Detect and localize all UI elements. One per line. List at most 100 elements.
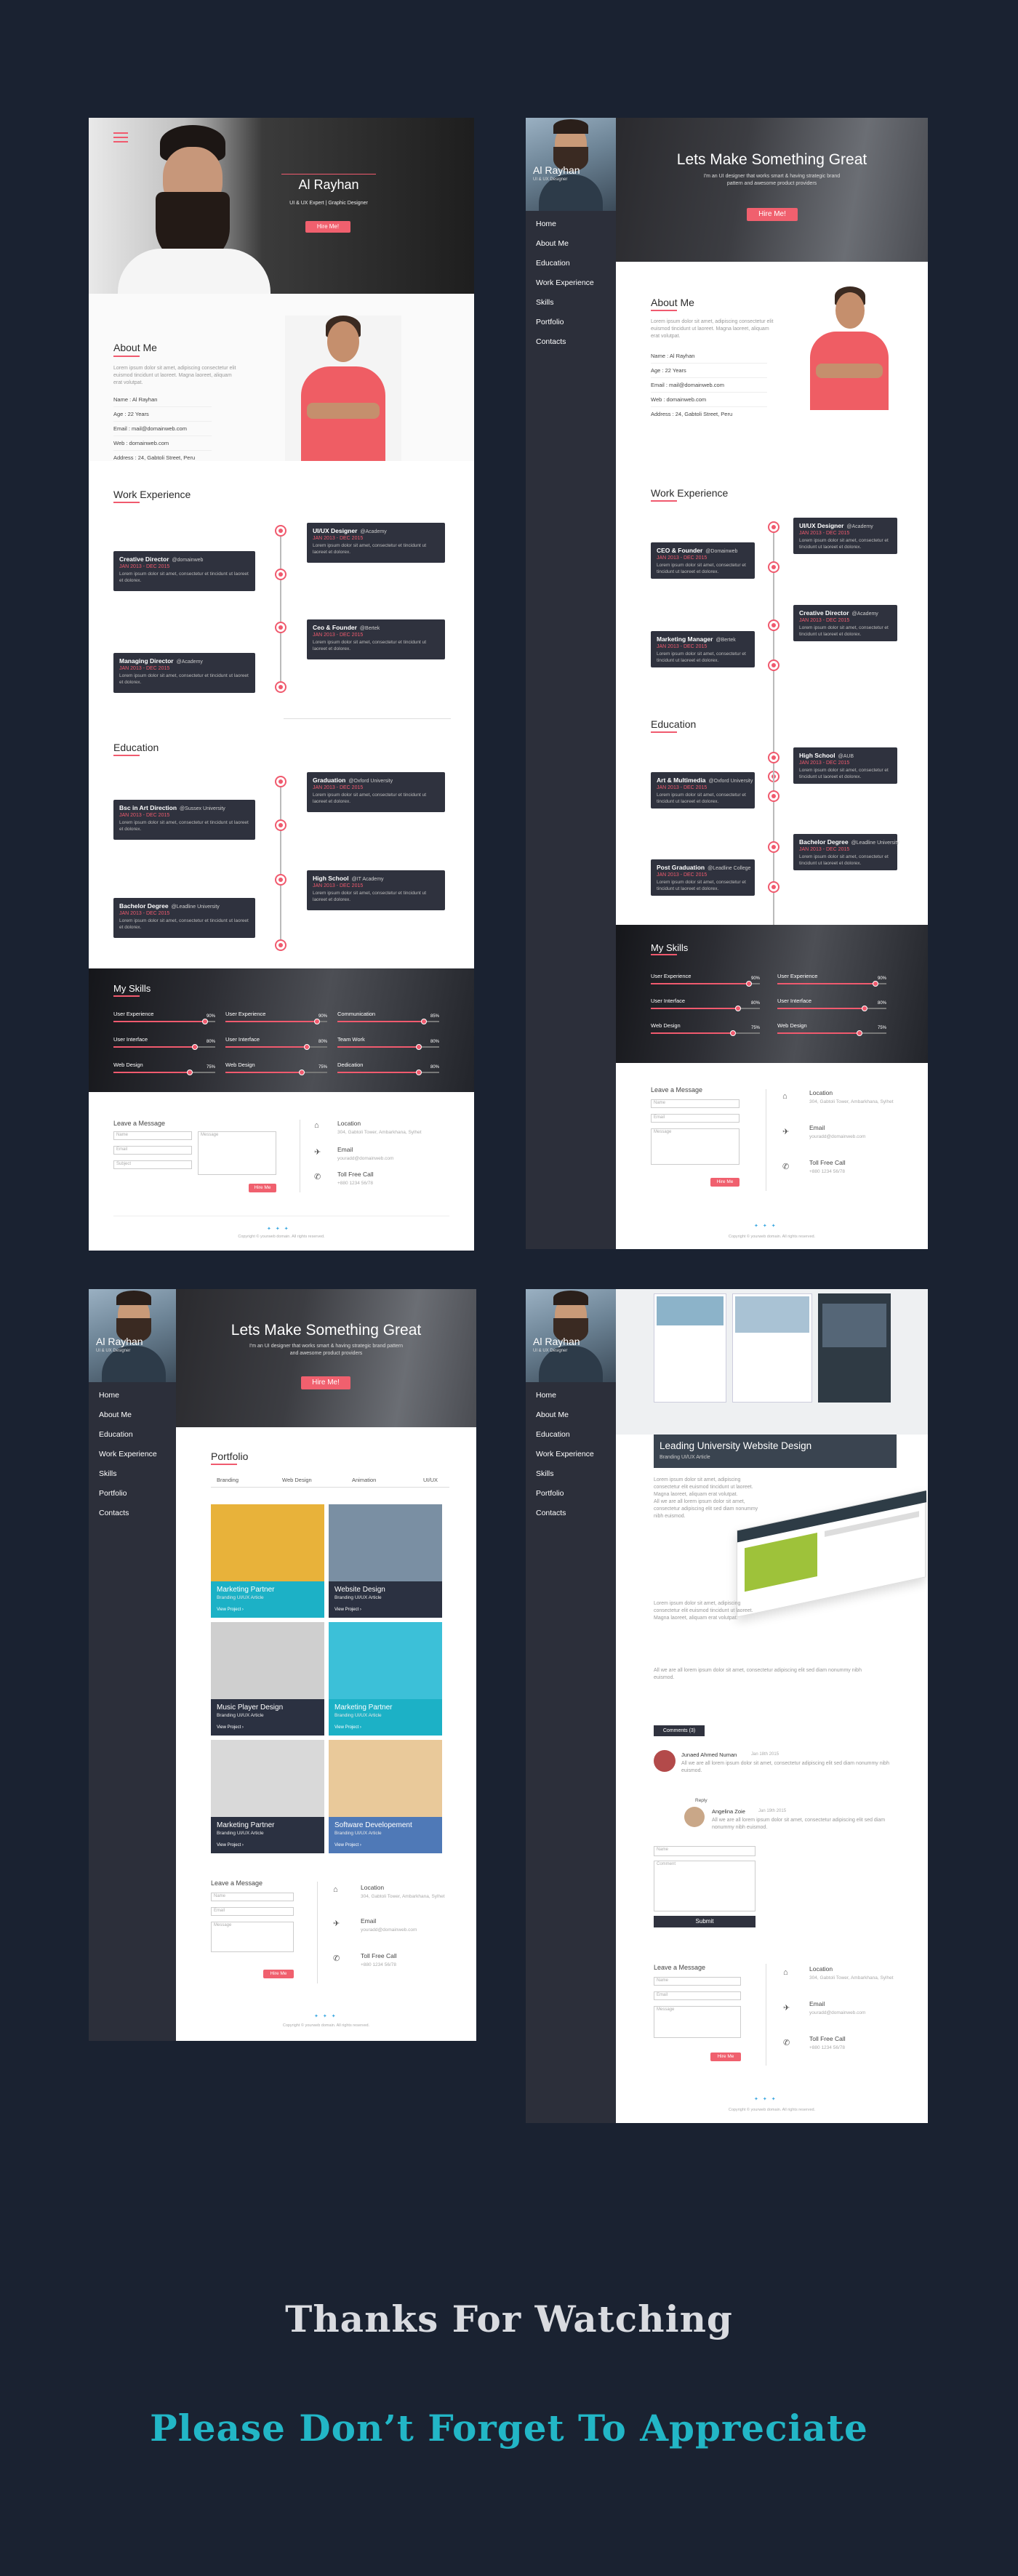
name-input[interactable]: Name (654, 1977, 741, 1986)
portfolio-filter-tab[interactable]: Branding (217, 1477, 239, 1483)
view-project-link[interactable]: View Project › (217, 1843, 318, 1847)
reply-link[interactable]: Reply (695, 1798, 708, 1803)
email-input[interactable]: Email (113, 1146, 192, 1155)
work-title: Work Experience (113, 489, 191, 500)
sidebar-nav-item[interactable]: Contacts (99, 1509, 129, 1517)
sidebar-nav-item[interactable]: Skills (99, 1469, 117, 1478)
portfolio-card-caption: Marketing Partner Branding UI/UX Article V… (329, 1699, 442, 1736)
subject-input[interactable]: Subject (113, 1160, 192, 1169)
send-button[interactable]: Hire Me (710, 1178, 740, 1187)
sidebar-nav-item[interactable]: About Me (99, 1411, 132, 1419)
skill-bar-knob[interactable] (746, 981, 752, 987)
hero-subtitle: I'm an UI designer that works smart & ha… (703, 174, 841, 186)
comment-name-input[interactable]: Name (654, 1846, 756, 1856)
skill-bar-knob[interactable] (202, 1019, 208, 1024)
portfolio-card[interactable]: Website Design Branding UI/UX Article View… (329, 1504, 442, 1618)
skill-bar-knob[interactable] (873, 981, 878, 987)
skill-bar-knob[interactable] (187, 1070, 193, 1075)
portfolio-card-subtitle: Branding UI/UX Article (334, 1595, 382, 1600)
email-input[interactable]: Email (211, 1907, 294, 1916)
info-name: Name : Al Rayhan (113, 393, 212, 407)
sidebar-nav-item[interactable]: Contacts (536, 337, 566, 346)
portfolio-card-image (329, 1740, 442, 1817)
name-input[interactable]: Name (113, 1131, 192, 1140)
portfolio-filter-tab[interactable]: Animation (352, 1477, 376, 1483)
sidebar-nav-item[interactable]: About Me (536, 239, 569, 248)
portfolio-filter-tab[interactable]: Web Design (282, 1477, 312, 1483)
portfolio-card[interactable]: Marketing Partner Branding UI/UX Article V… (329, 1622, 442, 1736)
sidebar-nav-item[interactable]: Home (99, 1391, 119, 1400)
comment-textarea[interactable]: Comment (654, 1861, 756, 1911)
hamburger-menu-icon[interactable] (113, 132, 128, 143)
sidebar-nav-item[interactable]: Portfolio (99, 1489, 127, 1498)
hire-me-button[interactable]: Hire Me! (747, 208, 798, 221)
sidebar-nav-item[interactable]: About Me (536, 1411, 569, 1419)
send-button[interactable]: Hire Me (710, 2053, 741, 2061)
hire-me-button[interactable]: Hire Me! (305, 221, 350, 233)
edu-title: Education (651, 718, 697, 730)
send-button[interactable]: Hire Me (249, 1184, 276, 1192)
sidebar-nav-item[interactable]: Education (99, 1430, 133, 1439)
message-textarea[interactable]: Message (198, 1131, 276, 1175)
work-item: Ceo & Founder @Bertek JAN 2013 - DEC 2015… (307, 619, 445, 659)
view-project-link[interactable]: View Project › (217, 1608, 318, 1612)
skill-bar-knob[interactable] (314, 1019, 320, 1024)
portfolio-card[interactable]: Software Developement Branding UI/UX Arti… (329, 1740, 442, 1853)
sidebar-nav-item[interactable]: Home (536, 220, 556, 228)
send-button[interactable]: Hire Me (263, 1970, 294, 1978)
social-icons[interactable]: ✦✦✦ (754, 1223, 780, 1229)
sidebar-nav-item[interactable]: Portfolio (536, 1489, 564, 1498)
work-item: Marketing Manager @Bertek JAN 2013 - DEC … (651, 631, 755, 667)
skill-percent: 80% (878, 1001, 887, 1006)
social-icons[interactable]: ✦✦✦ (754, 2096, 780, 2102)
email-input[interactable]: Email (651, 1114, 740, 1123)
info-email: Email : mail@domainweb.com (651, 378, 767, 393)
skill-bar-knob[interactable] (304, 1044, 310, 1050)
skill-bar-knob[interactable] (299, 1070, 305, 1075)
portfolio-card[interactable]: Marketing Partner Branding UI/UX Article V… (211, 1740, 324, 1853)
portfolio-card-title: Website Design (334, 1586, 385, 1594)
sidebar-nav-item[interactable]: Work Experience (536, 1450, 594, 1458)
sidebar-nav-item[interactable]: Education (536, 259, 570, 268)
name-input[interactable]: Name (211, 1893, 294, 1901)
skill-bar-fill (113, 1021, 205, 1022)
message-textarea[interactable]: Message (651, 1128, 740, 1165)
sidebar-nav-item[interactable]: Work Experience (99, 1450, 157, 1458)
view-project-link[interactable]: View Project › (334, 1608, 436, 1612)
skill-bar-knob[interactable] (416, 1044, 422, 1050)
location-label: Location (809, 1089, 833, 1096)
sidebar-nav-item[interactable]: Skills (536, 298, 554, 307)
sidebar-nav-item[interactable]: Skills (536, 1469, 554, 1478)
sidebar-nav-item[interactable]: Contacts (536, 1509, 566, 1517)
timeline-dot (275, 622, 286, 633)
social-icons[interactable]: ✦✦✦ (314, 2013, 340, 2019)
portfolio-card[interactable]: Marketing Partner Branding UI/UX Article V… (211, 1504, 324, 1618)
sidebar-nav-item[interactable]: Portfolio (536, 318, 564, 326)
comments-button[interactable]: Comments (3) (654, 1725, 705, 1736)
portfolio-filter-tab[interactable]: UI/UX (423, 1477, 438, 1483)
sidebar-nav-item[interactable]: Work Experience (536, 278, 594, 287)
sidebar-nav-item[interactable]: Education (536, 1430, 570, 1439)
social-icons[interactable]: ✦✦✦ (267, 1226, 293, 1232)
portfolio-card-title: Marketing Partner (334, 1704, 393, 1712)
message-textarea[interactable]: Message (211, 1922, 294, 1952)
view-project-link[interactable]: View Project › (217, 1725, 318, 1730)
skill-bar-knob[interactable] (421, 1019, 427, 1024)
hire-me-button[interactable]: Hire Me! (301, 1376, 350, 1389)
sidebar: Al Rayhan UI & UX Designer Home About Me E… (89, 1289, 176, 2041)
portfolio-card[interactable]: Music Player Design Branding UI/UX Articl… (211, 1622, 324, 1736)
name-input[interactable]: Name (651, 1099, 740, 1108)
skill-bar-knob[interactable] (735, 1006, 741, 1011)
view-project-link[interactable]: View Project › (334, 1843, 436, 1847)
email-input[interactable]: Email (654, 1991, 741, 2000)
view-project-link[interactable]: View Project › (334, 1725, 436, 1730)
sidebar-nav-item[interactable]: Home (536, 1391, 556, 1400)
submit-button[interactable]: Submit (654, 1916, 756, 1927)
skill-bar-knob[interactable] (729, 1030, 736, 1036)
skill-bar-knob[interactable] (416, 1070, 422, 1075)
message-textarea[interactable]: Message (654, 2006, 741, 2038)
skill-bar-knob[interactable] (856, 1030, 862, 1036)
skill-bar-knob[interactable] (862, 1006, 867, 1011)
skill-bar-knob[interactable] (192, 1044, 198, 1050)
about-title: About Me (651, 297, 694, 308)
